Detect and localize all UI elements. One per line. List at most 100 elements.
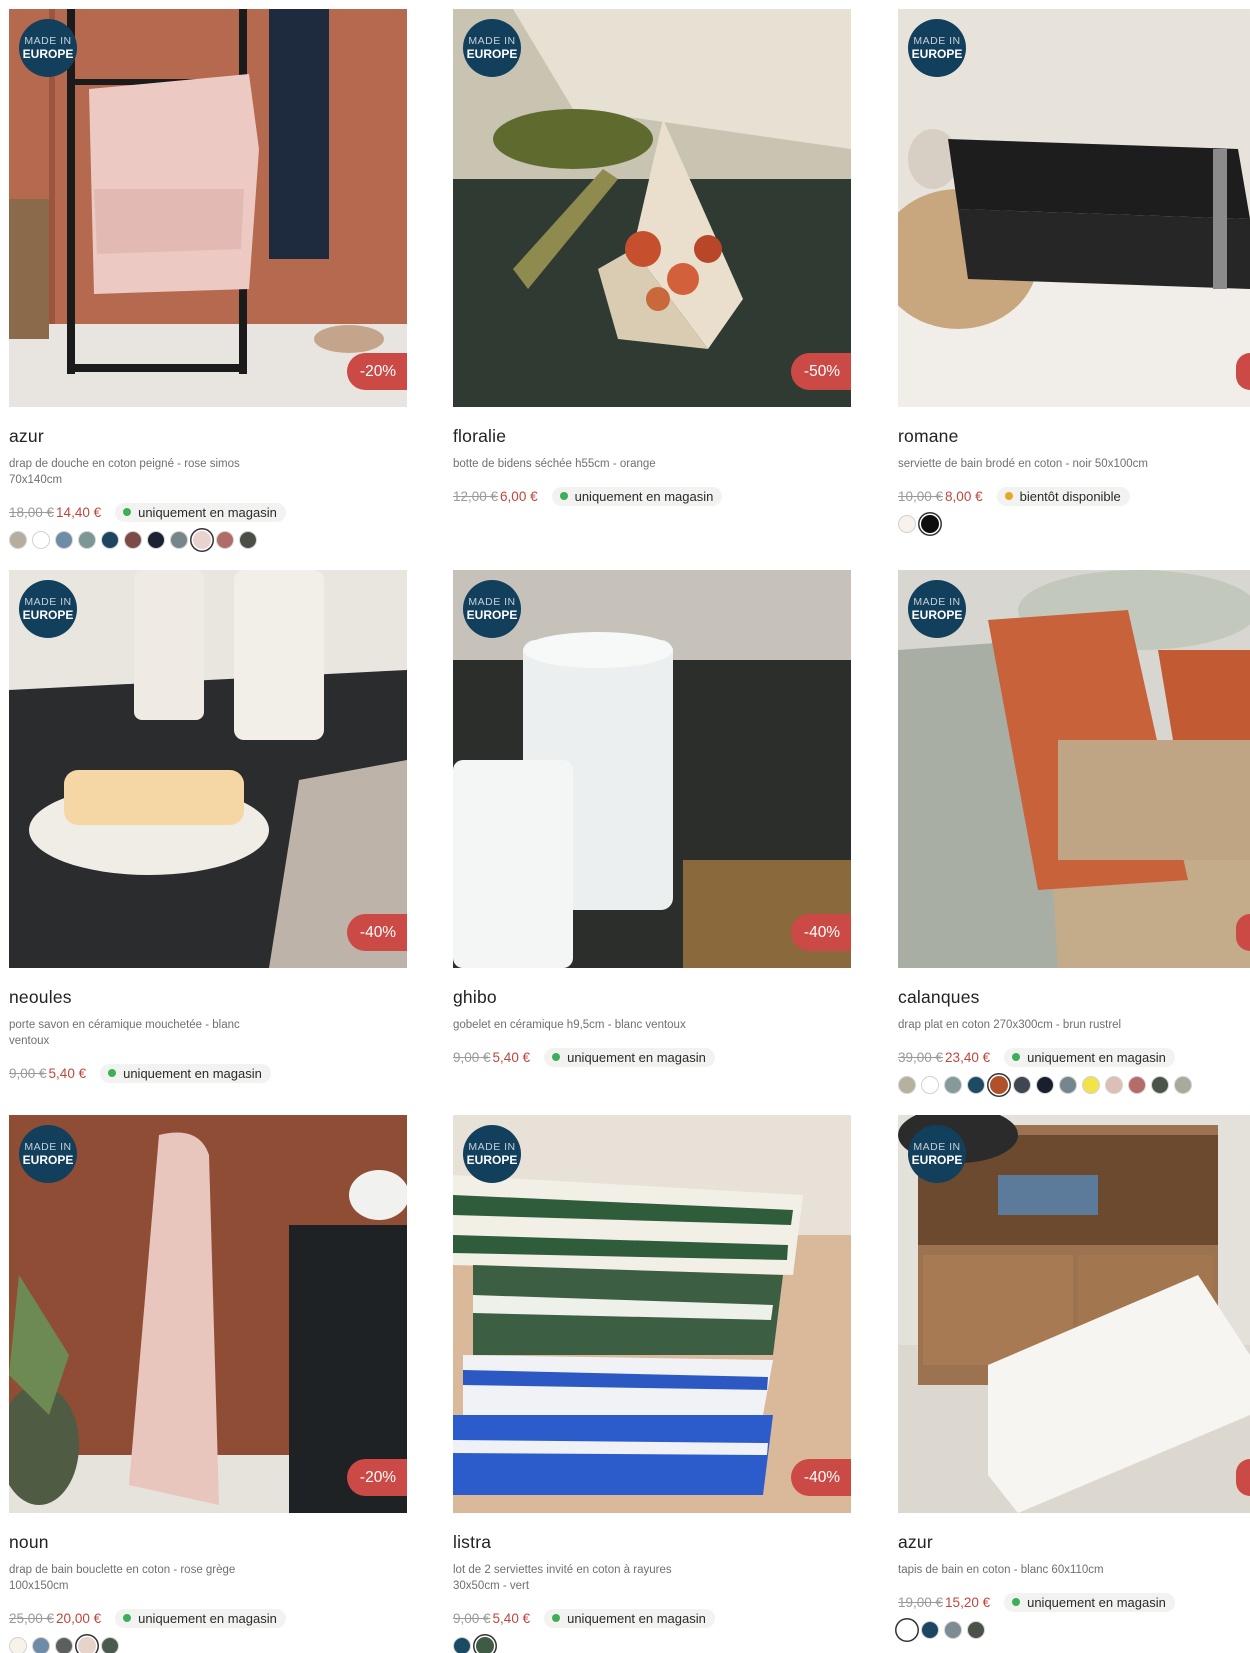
price-row: 19,00 € 15,20 € uniquement en magasin xyxy=(898,1591,1250,1613)
color-swatch[interactable] xyxy=(967,1621,985,1639)
product-name[interactable]: noun xyxy=(9,1532,407,1554)
color-swatch[interactable] xyxy=(944,1076,962,1094)
price-row: 9,00 € 5,40 € uniquement en magasin xyxy=(9,1062,407,1084)
sale-price: 20,00 € xyxy=(56,1610,102,1626)
color-swatch[interactable] xyxy=(55,1637,73,1653)
product-name[interactable]: azur xyxy=(898,1532,1250,1554)
product-card-2[interactable]: MADE IN EUROPE romane serviette de bain … xyxy=(898,9,1250,535)
color-swatch[interactable] xyxy=(921,515,939,533)
color-swatch[interactable] xyxy=(921,1621,939,1639)
product-description: drap de douche en coton peigné - rose si… xyxy=(9,458,240,486)
discount-badge-edge xyxy=(1236,914,1250,951)
product-description: drap plat en coton 270x300cm - brun rust… xyxy=(898,1019,1122,1031)
product-image-3[interactable]: MADE IN EUROPE -40% xyxy=(9,570,407,968)
color-swatch[interactable] xyxy=(1059,1076,1077,1094)
made-in-europe-badge: MADE IN EUROPE xyxy=(463,1125,521,1183)
made-in-europe-badge: MADE IN EUROPE xyxy=(908,1125,966,1183)
stock-status: uniquement en magasin xyxy=(1004,1047,1175,1067)
color-swatch[interactable] xyxy=(1128,1076,1146,1094)
status-dot-icon xyxy=(559,492,568,500)
color-swatch[interactable] xyxy=(32,531,50,549)
color-swatch[interactable] xyxy=(9,531,27,549)
product-description: porte savon en céramique mouchetée - bla… xyxy=(9,1019,240,1047)
color-swatch[interactable] xyxy=(170,531,188,549)
color-swatch[interactable] xyxy=(32,1637,50,1653)
product-name[interactable]: ghibo xyxy=(453,987,851,1009)
sale-price: 6,00 € xyxy=(500,488,538,504)
product-card-3[interactable]: MADE IN EUROPE -40% neoules porte savon … xyxy=(9,570,407,1084)
made-in-europe-badge: MADE IN EUROPE xyxy=(19,19,77,77)
color-swatch[interactable] xyxy=(78,531,96,549)
color-swatch[interactable] xyxy=(101,531,119,549)
status-dot-icon xyxy=(108,1069,117,1077)
color-swatch[interactable] xyxy=(1105,1076,1123,1094)
color-swatch[interactable] xyxy=(476,1637,494,1653)
status-dot-icon xyxy=(552,1053,561,1061)
discount-badge: -40% xyxy=(791,1459,851,1496)
product-card-6[interactable]: MADE IN EUROPE -20% noun drap de bain bo… xyxy=(9,1115,407,1653)
discount-badge-edge xyxy=(1236,1459,1250,1496)
product-name[interactable]: romane xyxy=(898,426,1250,448)
made-in-europe-badge: MADE IN EUROPE xyxy=(908,580,966,638)
color-swatch[interactable] xyxy=(898,1621,916,1639)
stock-status: uniquement en magasin xyxy=(100,1063,271,1083)
stock-status: uniquement en magasin xyxy=(544,1047,715,1067)
product-card-1[interactable]: MADE IN EUROPE -50% floralie botte de bi… xyxy=(453,9,851,507)
color-swatch[interactable] xyxy=(898,1076,916,1094)
color-swatch[interactable] xyxy=(9,1637,27,1653)
made-in-europe-badge: MADE IN EUROPE xyxy=(19,580,77,638)
product-card-7[interactable]: MADE IN EUROPE -40% listra lot de 2 serv… xyxy=(453,1115,851,1653)
made-in-europe-badge: MADE IN EUROPE xyxy=(463,19,521,77)
product-image-0[interactable]: MADE IN EUROPE -20% xyxy=(9,9,407,407)
discount-badge: -50% xyxy=(791,353,851,390)
color-swatch[interactable] xyxy=(1013,1076,1031,1094)
color-swatch[interactable] xyxy=(216,531,234,549)
product-name[interactable]: floralie xyxy=(453,426,851,448)
color-swatch[interactable] xyxy=(55,531,73,549)
product-image-5[interactable]: MADE IN EUROPE xyxy=(898,570,1250,968)
product-card-5[interactable]: MADE IN EUROPE calanques drap plat en co… xyxy=(898,570,1250,1096)
made-in-europe-badge: MADE IN EUROPE xyxy=(19,1125,77,1183)
product-image-6[interactable]: MADE IN EUROPE -20% xyxy=(9,1115,407,1513)
color-swatch[interactable] xyxy=(1174,1076,1192,1094)
color-swatches xyxy=(9,531,407,551)
color-swatch[interactable] xyxy=(990,1076,1008,1094)
product-description: drap de bain bouclette en coton - rose g… xyxy=(9,1564,236,1592)
color-swatch[interactable] xyxy=(1151,1076,1169,1094)
product-name[interactable]: listra xyxy=(453,1532,851,1554)
price-row: 25,00 € 20,00 € uniquement en magasin xyxy=(9,1607,407,1629)
product-image-1[interactable]: MADE IN EUROPE -50% xyxy=(453,9,851,407)
color-swatch[interactable] xyxy=(124,531,142,549)
stock-status: bientôt disponible xyxy=(996,486,1130,506)
color-swatch[interactable] xyxy=(898,515,916,533)
color-swatch[interactable] xyxy=(453,1637,471,1653)
color-swatch[interactable] xyxy=(921,1076,939,1094)
status-dot-icon xyxy=(123,1614,132,1622)
sale-price: 14,40 € xyxy=(56,504,102,520)
product-image-8[interactable]: MADE IN EUROPE xyxy=(898,1115,1250,1513)
product-image-7[interactable]: MADE IN EUROPE -40% xyxy=(453,1115,851,1513)
discount-badge: -40% xyxy=(791,914,851,951)
product-card-8[interactable]: MADE IN EUROPE azur tapis de bain en cot… xyxy=(898,1115,1250,1641)
product-image-2[interactable]: MADE IN EUROPE xyxy=(898,9,1250,407)
product-card-0[interactable]: MADE IN EUROPE -20% azur drap de douche … xyxy=(9,9,407,551)
status-dot-icon xyxy=(1012,1598,1021,1606)
color-swatches xyxy=(898,1621,1250,1641)
color-swatch[interactable] xyxy=(101,1637,119,1653)
made-in-europe-badge: MADE IN EUROPE xyxy=(908,19,966,77)
product-image-4[interactable]: MADE IN EUROPE -40% xyxy=(453,570,851,968)
product-card-4[interactable]: MADE IN EUROPE -40% ghibo gobelet en cér… xyxy=(453,570,851,1068)
color-swatch[interactable] xyxy=(147,531,165,549)
color-swatch[interactable] xyxy=(239,531,257,549)
color-swatch[interactable] xyxy=(1082,1076,1100,1094)
color-swatch[interactable] xyxy=(967,1076,985,1094)
product-name[interactable]: calanques xyxy=(898,987,1250,1009)
color-swatch[interactable] xyxy=(193,531,211,549)
product-name[interactable]: azur xyxy=(9,426,407,448)
product-name[interactable]: neoules xyxy=(9,987,407,1009)
sale-price: 5,40 € xyxy=(48,1065,87,1081)
color-swatch[interactable] xyxy=(1036,1076,1054,1094)
color-swatch[interactable] xyxy=(944,1621,962,1639)
sale-price: 8,00 € xyxy=(945,488,983,504)
color-swatch[interactable] xyxy=(78,1637,96,1653)
